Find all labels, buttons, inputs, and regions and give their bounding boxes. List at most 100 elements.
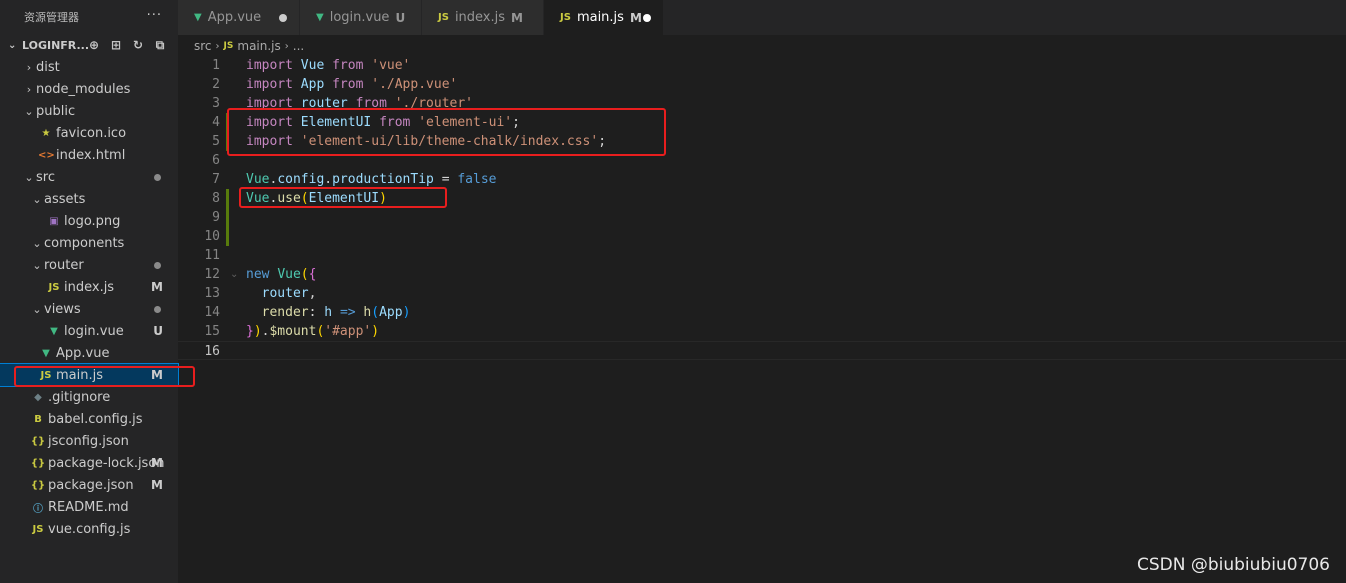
tree-item-label: App.vue (56, 345, 110, 361)
chevron-down-icon: ⌄ (32, 236, 42, 250)
tree-item-label: views (44, 301, 81, 317)
code-text: import ElementUI from 'element-ui'; (246, 115, 520, 130)
tree-file[interactable]: ▼ login.vue U (0, 320, 178, 342)
line-number: 2 (212, 77, 220, 92)
unsaved-dot-icon[interactable] (643, 14, 651, 22)
git-status-badge: M (511, 10, 523, 25)
code-text: import router from './router' (246, 96, 474, 111)
tree-item-label: router (44, 257, 84, 273)
code-line[interactable]: 7 Vue.config.productionTip = false (178, 170, 1346, 189)
code-line[interactable]: 4 import ElementUI from 'element-ui'; (178, 113, 1346, 132)
code-line[interactable]: 14 render: h => h(App) (178, 303, 1346, 322)
tree-file[interactable]: Bbabel.config.js (0, 408, 178, 430)
refresh-icon[interactable]: ↻ (130, 37, 146, 53)
tree-file[interactable]: ◆ .gitignore (0, 386, 178, 408)
tree-item-label: main.js (56, 367, 103, 383)
tree-file[interactable]: JS main.js M (0, 363, 179, 387)
tab-index-js[interactable]: JS index.js M (422, 0, 544, 35)
new-file-icon[interactable]: ⊕ (86, 37, 102, 53)
code-text: new Vue({ (246, 267, 317, 282)
code-text: Vue.use(ElementUI) (246, 191, 387, 206)
breadcrumb-folder[interactable]: src (194, 39, 212, 53)
code-line[interactable]: 5 import 'element-ui/lib/theme-chalk/inde… (178, 132, 1346, 151)
tree-file[interactable]: ▣ logo.png (0, 210, 178, 232)
unsaved-dot-icon[interactable] (279, 14, 287, 22)
code-line[interactable]: 10 (178, 227, 1346, 246)
json-file-icon: {} (30, 435, 46, 447)
code-line[interactable]: 11 (178, 246, 1346, 265)
line-number: 8 (212, 191, 220, 206)
tree-folder[interactable]: › dist (0, 56, 178, 78)
tree-folder[interactable]: ⌄ views (0, 298, 178, 320)
project-name: LOGINFR... (22, 38, 90, 52)
code-line[interactable]: 8 Vue.use(ElementUI) (178, 189, 1346, 208)
babel-icon: B (34, 413, 42, 425)
code-line[interactable]: 13 router, (178, 284, 1346, 303)
tree-file[interactable]: ▼ App.vue (0, 342, 178, 364)
tab-login-vue[interactable]: ▼ login.vue U (300, 0, 422, 35)
code-line[interactable]: 2 import App from './App.vue' (178, 75, 1346, 94)
code-line[interactable]: 9 (178, 208, 1346, 227)
modified-dot (154, 174, 161, 181)
code-line[interactable]: 3 import router from './router' (178, 94, 1346, 113)
tree-item-label: login.vue (64, 323, 124, 339)
tree-folder[interactable]: ⌄ router (0, 254, 178, 276)
code-line[interactable]: 15}).$mount('#app') (178, 322, 1346, 341)
chevron-down-icon: ⌄ (24, 170, 34, 184)
code-text: import Vue from 'vue' (246, 58, 411, 73)
breadcrumb-file[interactable]: main.js (237, 39, 280, 53)
new-folder-icon[interactable]: ⊞ (108, 37, 124, 53)
js-file-icon: JS (223, 41, 234, 51)
line-number: 9 (212, 210, 220, 225)
line-number: 10 (204, 229, 220, 244)
editor-tabs: ▼ App.vue ▼ login.vue U JS index.js M JS main.js M (178, 0, 1346, 35)
tree-file[interactable]: <> index.html (0, 144, 178, 166)
git-status-badge: M (151, 456, 163, 470)
tree-file[interactable]: ★ favicon.ico (0, 122, 178, 144)
git-status-badge: M (151, 368, 163, 382)
tree-item-label: favicon.ico (56, 125, 127, 141)
tree-folder[interactable]: › node_modules (0, 78, 178, 100)
git-status-badge: M (151, 280, 163, 294)
tree-file[interactable]: ⓘ README.md (0, 496, 178, 518)
chevron-right-icon: › (215, 40, 220, 52)
tree-file[interactable]: {} jsconfig.json (0, 430, 178, 452)
code-line[interactable]: 1 import Vue from 'vue' (178, 56, 1346, 75)
tree-item-label: dist (36, 59, 60, 75)
code-line[interactable]: 12 new Vue({ (178, 265, 1346, 284)
more-actions-icon[interactable]: ··· (147, 8, 162, 23)
tree-item-label: index.html (56, 147, 126, 163)
line-number: 12 (204, 267, 220, 282)
line-number: 5 (212, 134, 220, 149)
code-text: import 'element-ui/lib/theme-chalk/index… (246, 134, 607, 149)
code-line[interactable]: 6 (178, 151, 1346, 170)
js-file-icon: JS (48, 281, 60, 293)
tree-file[interactable]: {} package.json M (0, 474, 178, 496)
code-text: import App from './App.vue' (246, 77, 458, 92)
tree-item-label: babel.config.js (48, 411, 143, 427)
tree-folder[interactable]: ⌄ src (0, 166, 178, 188)
chevron-down-icon: ⌄ (32, 192, 42, 206)
js-file-icon: JS (560, 12, 571, 23)
code-text: }).$mount('#app') (246, 324, 380, 339)
tree-file[interactable]: {} package-lock.json M (0, 452, 178, 474)
js-file-icon: JS (438, 12, 449, 23)
tree-folder[interactable]: ⌄ assets (0, 188, 178, 210)
git-status-badge: M (151, 478, 163, 492)
breadcrumb-symbol[interactable]: ... (293, 39, 304, 53)
tab-main-js[interactable]: JS main.js M (544, 0, 664, 35)
project-header[interactable]: ⌄ LOGINFR... ⊕ ⊞ ↻ ⧉ (0, 34, 178, 56)
tree-file[interactable]: JS index.js M (0, 276, 178, 298)
tree-item-label: package-lock.json (48, 455, 165, 471)
code-line[interactable]: 16 (178, 341, 1346, 360)
explorer-title-text: 资源管理器 (24, 11, 79, 24)
tree-folder[interactable]: ⌄ public (0, 100, 178, 122)
tree-file[interactable]: JS vue.config.js (0, 518, 178, 540)
code-editor[interactable]: ⌄ 1 import Vue from 'vue' 2 import App from… (178, 56, 1346, 583)
modified-dot (154, 262, 161, 269)
collapse-all-icon[interactable]: ⧉ (152, 37, 168, 53)
line-number: 14 (204, 305, 220, 320)
tree-folder[interactable]: ⌄ components (0, 232, 178, 254)
chevron-right-icon: › (26, 82, 32, 96)
tab-app-vue[interactable]: ▼ App.vue (178, 0, 300, 35)
